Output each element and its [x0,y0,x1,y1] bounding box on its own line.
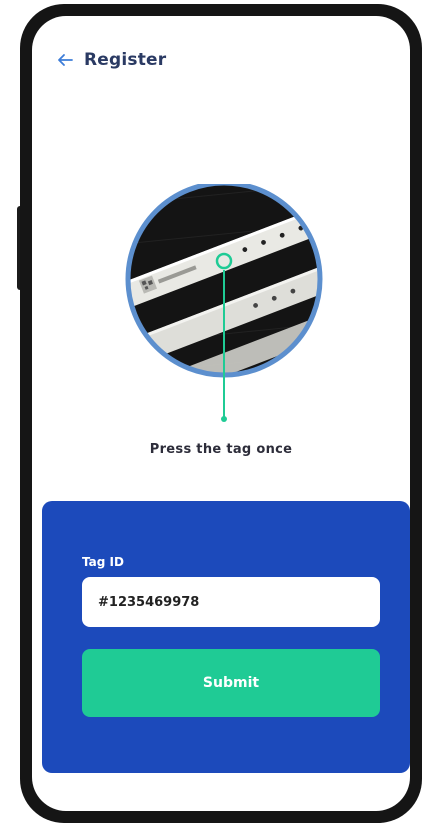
phone-screen: Register Press the tag once Tag ID #1235… [32,16,410,811]
tag-id-input[interactable] [82,577,380,627]
pointer-dot [221,416,227,422]
arrow-left-icon[interactable] [56,51,74,69]
tag-illustration [124,180,324,424]
tag-id-label: Tag ID [82,555,124,569]
submit-button[interactable]: Submit [82,649,380,717]
instruction-text: Press the tag once [149,442,293,457]
page-title: Register [84,50,167,70]
wristband-photo [125,180,323,422]
header: Register [56,50,166,70]
page: Register Press the tag once Tag ID #1235… [0,0,427,827]
register-form-panel: Tag ID Submit [42,501,410,773]
phone-frame: Register Press the tag once Tag ID #1235… [20,4,422,823]
